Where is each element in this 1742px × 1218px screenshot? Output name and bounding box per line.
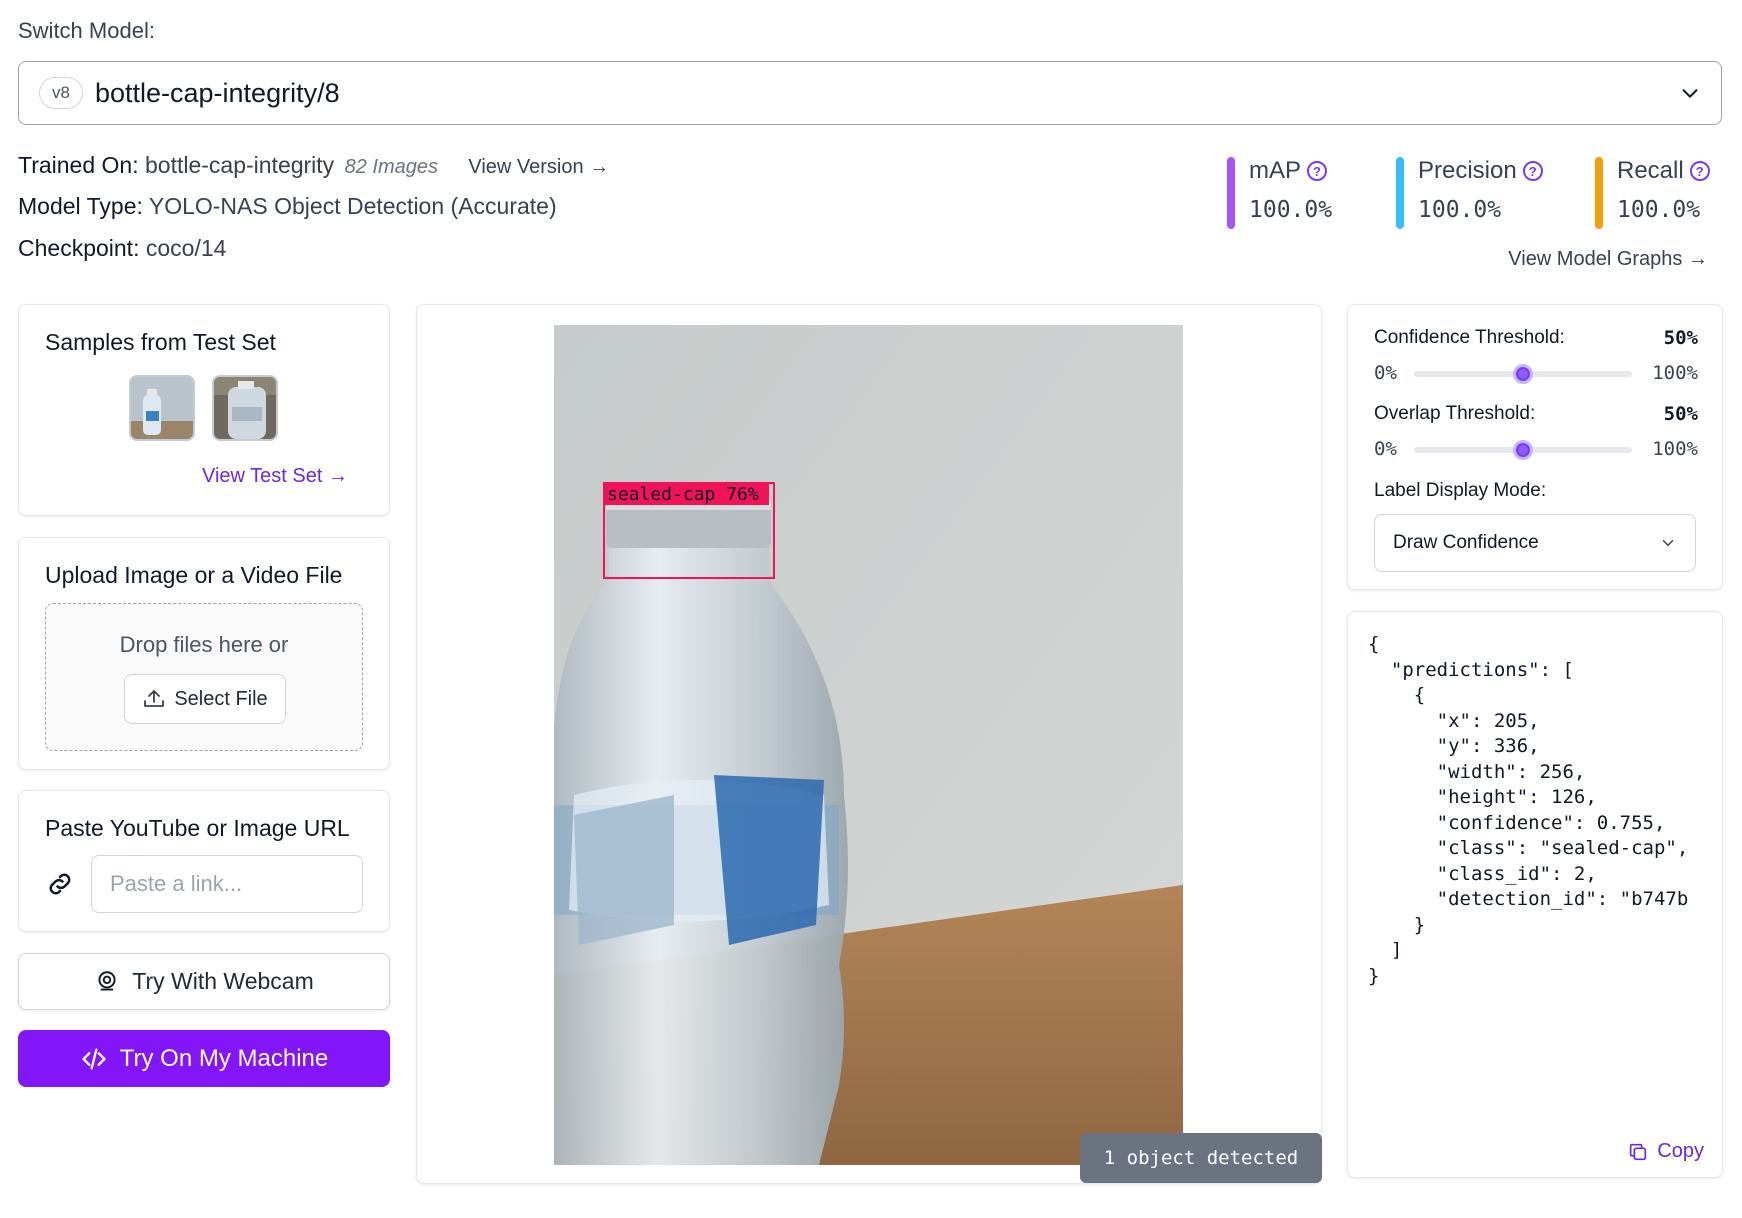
help-icon[interactable]: ? [1307, 161, 1328, 181]
checkpoint-row: Checkpoint: coco/14 [18, 235, 226, 262]
label-display-mode-select[interactable]: Draw Confidence [1374, 514, 1696, 572]
model-type-key: Model Type: [18, 193, 143, 219]
metric-precision: Precision? 100.0% [1396, 157, 1543, 229]
chevron-down-icon [1682, 89, 1698, 98]
bounding-box-label: sealed-cap 76% [607, 484, 759, 505]
copy-icon [1630, 1143, 1647, 1160]
slider-handle[interactable] [1513, 440, 1533, 460]
help-icon[interactable]: ? [1689, 161, 1710, 181]
metric-bar [1396, 157, 1404, 229]
model-type-row: Model Type: YOLO-NAS Object Detection (A… [18, 193, 557, 220]
preview-card: sealed-cap 76% 1 object detected [416, 304, 1322, 1184]
prediction-image: sealed-cap 76% [554, 325, 1183, 1165]
image-count: 82 Images [344, 156, 438, 178]
webcam-button[interactable]: Try With Webcam [18, 953, 390, 1010]
label-display-mode-label: Label Display Mode: [1374, 480, 1547, 501]
metric-recall: Recall? 100.0% [1595, 157, 1710, 229]
view-model-graphs-label: View Model Graphs [1508, 248, 1683, 270]
slider-max: 100% [1652, 438, 1698, 460]
arrow-right-icon: → [328, 465, 349, 487]
webcam-label: Try With Webcam [132, 968, 314, 994]
checkpoint-key: Checkpoint: [18, 235, 140, 261]
confidence-slider[interactable] [1414, 364, 1632, 384]
overlap-threshold-value: 50% [1663, 403, 1698, 425]
trained-on-row: Trained On: bottle-cap-integrity 82 Imag… [18, 152, 609, 179]
select-file-button[interactable]: Select File [124, 674, 286, 724]
view-version-label: View Version [468, 156, 584, 178]
switch-model-label: Switch Model: [18, 18, 155, 43]
metric-name: Recall [1617, 157, 1684, 184]
slider-max: 100% [1652, 362, 1698, 384]
metric-bar [1227, 157, 1235, 229]
view-version-link[interactable]: View Version → [468, 156, 609, 178]
metric-bar [1595, 157, 1603, 229]
copy-button[interactable]: Copy [1627, 1140, 1704, 1163]
metric-map: mAP? 100.0% [1227, 157, 1332, 229]
metric-value: 100.0% [1617, 197, 1701, 223]
model-select[interactable]: v8 bottle-cap-integrity/8 [18, 61, 1722, 125]
bottle-image-icon [214, 377, 276, 439]
view-model-graphs-link[interactable]: View Model Graphs → [1508, 248, 1708, 271]
detected-count-badge: 1 object detected [1080, 1133, 1322, 1183]
file-dropzone[interactable]: Drop files here or Select File [45, 603, 363, 751]
upload-title: Upload Image or a Video File [45, 562, 343, 588]
copy-label: Copy [1657, 1140, 1704, 1162]
json-output: { "predictions": [ { "x": 205, "y": 336,… [1368, 633, 1689, 987]
webcam-icon [98, 970, 116, 991]
trained-on-value: bottle-cap-integrity [144, 152, 335, 178]
slider-min: 0% [1374, 438, 1397, 460]
slider-min: 0% [1374, 362, 1397, 384]
try-on-machine-button[interactable]: Try On My Machine [18, 1030, 390, 1087]
confidence-threshold-value: 50% [1663, 327, 1698, 349]
confidence-threshold-label: Confidence Threshold: [1374, 327, 1565, 348]
checkpoint-value: coco/14 [145, 235, 227, 261]
metric-name: mAP [1249, 157, 1302, 184]
overlap-slider[interactable] [1414, 440, 1632, 460]
slider-handle[interactable] [1513, 364, 1533, 384]
link-icon [49, 873, 71, 895]
view-test-set-label: View Test Set [202, 465, 323, 487]
json-output-card: { "predictions": [ { "x": 205, "y": 336,… [1347, 611, 1723, 1178]
chevron-down-icon [1662, 540, 1674, 546]
metric-value: 100.0% [1418, 197, 1502, 223]
samples-title: Samples from Test Set [45, 329, 276, 355]
samples-card: Samples from Test Set View Test Set → [18, 304, 390, 516]
metric-name: Precision [1418, 157, 1517, 184]
label-display-mode-value: Draw Confidence [1393, 532, 1539, 553]
arrow-right-icon: → [1688, 248, 1708, 270]
model-type-value: YOLO-NAS Object Detection (Accurate) [148, 193, 557, 219]
arrow-right-icon: → [589, 156, 610, 178]
url-card: Paste YouTube or Image URL Paste a link.… [18, 790, 390, 932]
settings-card: Confidence Threshold: 50% 0% 100% Overla… [1347, 304, 1723, 590]
sample-thumbnail[interactable] [212, 375, 278, 441]
url-placeholder: Paste a link... [110, 871, 243, 896]
drop-text: Drop files here or [119, 632, 289, 657]
bottle-image-icon [131, 377, 193, 439]
metric-value: 100.0% [1249, 197, 1333, 223]
view-test-set-link[interactable]: View Test Set → [202, 465, 348, 488]
upload-card: Upload Image or a Video File Drop files … [18, 537, 390, 770]
select-file-label: Select File [174, 687, 268, 710]
version-badge: v8 [39, 77, 83, 109]
trained-on-key: Trained On: [18, 152, 139, 178]
help-icon[interactable]: ? [1522, 161, 1543, 181]
url-input[interactable]: Paste a link... [91, 855, 363, 913]
overlap-threshold-label: Overlap Threshold: [1374, 403, 1536, 424]
model-name: bottle-cap-integrity/8 [94, 77, 340, 108]
try-on-machine-label: Try On My Machine [119, 1044, 329, 1072]
upload-icon [144, 690, 165, 707]
code-icon [82, 1048, 106, 1069]
sample-thumbnail[interactable] [129, 375, 195, 441]
url-title: Paste YouTube or Image URL [45, 815, 350, 841]
